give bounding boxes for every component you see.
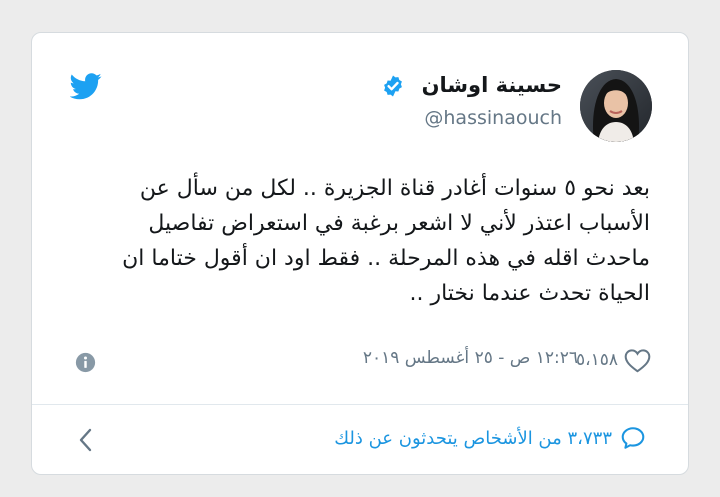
tweet-timestamp[interactable]: ١٢:٢٦ ص - ٢٥ أغسطس ٢٠١٩ [363,348,578,368]
like-count: ٥،١٥٨ [575,350,618,370]
tweet-text-line: بعد نحو ٥ سنوات أغادر قناة الجزيرة .. لك… [139,176,650,201]
chevron-left-icon[interactable] [78,427,94,453]
tweet-text-line: ماحدث اقله في هذه المرحلة .. فقط اود ان … [122,246,650,271]
like-button[interactable]: ٥،١٥٨ [576,346,651,374]
verified-badge-icon [384,75,402,97]
tweet-text-line: الحياة تحدث عندما نختار .. [409,281,650,306]
heart-icon [624,348,651,372]
avatar[interactable] [580,70,652,142]
tweet-text: بعد نحو ٥ سنوات أغادر قناة الجزيرة .. لك… [70,171,650,311]
twitter-bird-icon[interactable] [70,73,102,100]
conversation-text: ٣،٧٣٣ من الأشخاص يتحدثون عن ذلك [334,427,612,449]
author-handle[interactable]: @hassinaouch [424,107,562,129]
speech-bubble-icon [621,427,645,449]
divider [32,404,688,405]
conversation-link[interactable]: ٣،٧٣٣ من الأشخاص يتحدثون عن ذلك [334,425,646,451]
author-name[interactable]: حسينة اوشان [422,73,562,97]
tweet-text-line: الأسباب اعتذر لأني لا اشعر برغبة في استع… [148,211,650,236]
tweet-card: حسينة اوشان @hassinaouch بعد نحو ٥ سنوات… [31,32,689,475]
avatar-image [580,70,652,142]
info-icon[interactable] [75,352,96,373]
